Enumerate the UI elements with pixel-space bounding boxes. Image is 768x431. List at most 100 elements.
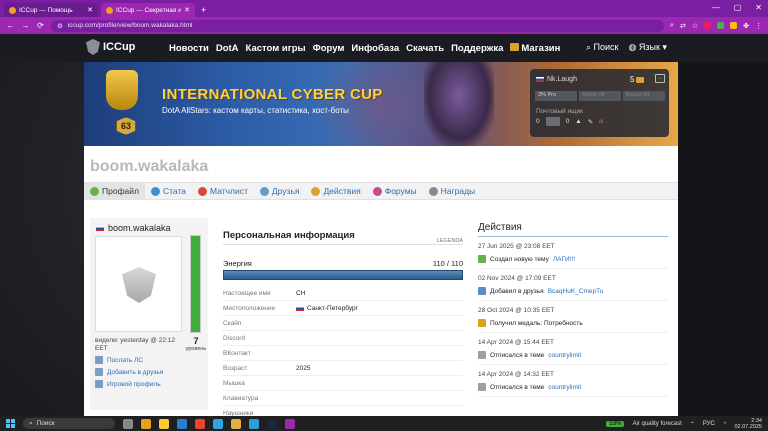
- menu-shop[interactable]: Магазин: [510, 43, 560, 54]
- action-link[interactable]: BcaqHuK_CmepTu: [548, 288, 604, 295]
- profile-tabs: Профайл Стата Матчлист Друзья Действия Ф…: [84, 182, 678, 200]
- tab-stats[interactable]: Стата: [145, 183, 192, 200]
- action-link[interactable]: countrylimit: [548, 384, 581, 391]
- wrench-icon[interactable]: ✎: [588, 118, 593, 126]
- add-friend-link[interactable]: Добавить в друзья: [95, 368, 163, 376]
- info-value: 2025: [296, 364, 311, 372]
- vscode-icon[interactable]: [177, 418, 187, 429]
- action-date: 14 Apr 2024 @ 15:44 EET: [478, 339, 554, 346]
- menu-custom-games[interactable]: Кастом игры: [246, 43, 306, 54]
- coins-counter: 5: [630, 75, 645, 84]
- extension-icon[interactable]: [704, 22, 712, 29]
- taskbar-search-label: Поиск: [36, 420, 55, 427]
- action-text: Создал новую тему: [490, 255, 549, 263]
- logout-icon[interactable]: →: [655, 74, 665, 83]
- edge-icon[interactable]: [249, 418, 259, 429]
- language-indicator[interactable]: РУС: [703, 421, 715, 427]
- puzzle-icon[interactable]: ✤: [743, 22, 749, 30]
- language-label: Язык ▾: [638, 42, 667, 52]
- game-profile-link[interactable]: Игровой профиль: [95, 380, 163, 388]
- bookmark-star-icon[interactable]: ☆: [692, 22, 698, 30]
- menu-news[interactable]: Новости: [169, 43, 209, 54]
- reply-icon: [478, 351, 486, 359]
- browser-tab-help[interactable]: ICCup — Помощь ✕: [4, 3, 98, 17]
- user-panel: Nk.Laugh 5 → 3% Pro Armor off Bonus off …: [530, 69, 669, 137]
- user-stat-chips: 3% Pro Armor off Bonus off: [535, 91, 665, 101]
- banner-creature-art: [424, 62, 494, 146]
- close-window-button[interactable]: ✕: [755, 3, 762, 12]
- action-link[interactable]: ЛАГИ!!!: [553, 256, 575, 263]
- user-panel-name[interactable]: Nk.Laugh: [536, 76, 577, 83]
- home-icon[interactable]: ⌂: [599, 118, 603, 125]
- tab-matchlist[interactable]: Матчлист: [192, 183, 254, 200]
- site-search-button[interactable]: ⌕ Поиск: [586, 42, 619, 53]
- energy-label: Энергия: [223, 259, 252, 268]
- tab-label: Награды: [440, 186, 476, 196]
- wifi-icon[interactable]: ◔: [723, 421, 727, 427]
- address-bar-row: ← → ⟳ ⚙ iccup.com/profile/view/boom.waka…: [0, 17, 768, 34]
- mail-icon[interactable]: [545, 117, 560, 126]
- reload-icon[interactable]: ⟳: [36, 21, 45, 30]
- telegram-icon[interactable]: [213, 418, 223, 429]
- info-key: ВКонтакт: [223, 349, 251, 357]
- maximize-button[interactable]: ▢: [734, 3, 742, 12]
- tab-awards[interactable]: Награды: [423, 183, 482, 200]
- minimize-button[interactable]: —: [712, 3, 720, 12]
- language-selector[interactable]: ◍ Язык ▾: [629, 42, 667, 53]
- extension-icon[interactable]: [730, 22, 738, 29]
- armor-chip[interactable]: Armor off: [579, 91, 621, 101]
- menu-dots-icon[interactable]: ⋮: [755, 22, 762, 30]
- app-icon[interactable]: [231, 418, 241, 429]
- site-logo[interactable]: ICCup: [86, 39, 135, 55]
- back-icon[interactable]: ←: [6, 21, 15, 30]
- trophy-icon: [106, 70, 138, 110]
- action-text: Добавил в друзья: [490, 287, 544, 295]
- windows-start-icon[interactable]: [6, 419, 15, 428]
- translate-icon[interactable]: ⇄: [680, 22, 686, 30]
- file-explorer-icon[interactable]: [159, 418, 169, 429]
- browser-tab-profile[interactable]: ICCup — Секретная информ. ✕: [101, 3, 195, 17]
- menu-forum[interactable]: Форум: [313, 43, 345, 54]
- tab-actions[interactable]: Действия: [305, 183, 366, 200]
- action-entry: Создал новую тему ЛАГИ!!!: [478, 255, 668, 263]
- battery-indicator[interactable]: 53%: [606, 421, 625, 427]
- warning-icon[interactable]: ▲: [575, 118, 581, 125]
- forward-icon[interactable]: →: [21, 21, 30, 30]
- action-link[interactable]: countrylimit: [548, 352, 581, 359]
- bonus-chip[interactable]: Bonus off: [623, 91, 665, 101]
- send-pm-link[interactable]: Послать ЛС: [95, 356, 163, 364]
- url-field[interactable]: ⚙ iccup.com/profile/view/boom.wakalaka.h…: [51, 19, 665, 32]
- tab-forums[interactable]: Форумы: [367, 183, 423, 200]
- close-tab-icon[interactable]: ✕: [184, 6, 190, 14]
- lens-icon[interactable]: ⌕: [670, 22, 674, 30]
- chevron-up-icon[interactable]: ⌃: [690, 421, 695, 428]
- menu-support[interactable]: Поддержка: [451, 43, 503, 54]
- tab-friends[interactable]: Друзья: [254, 183, 306, 200]
- close-tab-icon[interactable]: ✕: [87, 6, 93, 14]
- new-tab-button[interactable]: +: [201, 5, 206, 15]
- favicon-icon: [106, 6, 113, 14]
- browser-app-icon[interactable]: [285, 418, 295, 429]
- weather-widget[interactable]: Air quality forecast: [632, 421, 681, 427]
- task-view-icon[interactable]: [123, 418, 133, 429]
- site-top-nav: ICCup Новости DotA Кастом игры Форум Инф…: [0, 34, 768, 62]
- tab-profile[interactable]: Профайл: [84, 182, 145, 200]
- taskbar-apps: [123, 418, 295, 429]
- pro-chip[interactable]: 3% Pro: [535, 91, 577, 101]
- site-info-icon[interactable]: ⚙: [57, 22, 63, 30]
- menu-infobase[interactable]: Инфобаза: [351, 43, 399, 54]
- chrome-icon[interactable]: [195, 418, 205, 429]
- info-row-age: Возраст 2025: [223, 361, 463, 376]
- clock[interactable]: 2:34 02.07.2025: [734, 418, 762, 430]
- app-icon[interactable]: [141, 418, 151, 429]
- tab-title: ICCup — Помощь: [19, 6, 73, 14]
- extension-icon[interactable]: [717, 22, 725, 29]
- info-key: Скайп: [223, 319, 242, 327]
- taskbar-search[interactable]: ⌕ Поиск: [23, 418, 115, 429]
- menu-download[interactable]: Скачать: [406, 43, 444, 54]
- menu-dota[interactable]: DotA: [216, 43, 239, 54]
- steam-icon[interactable]: [267, 418, 277, 429]
- tab-label: Матчлист: [210, 186, 248, 196]
- mail-icon: [95, 356, 103, 364]
- level-progress-fill: [191, 236, 200, 332]
